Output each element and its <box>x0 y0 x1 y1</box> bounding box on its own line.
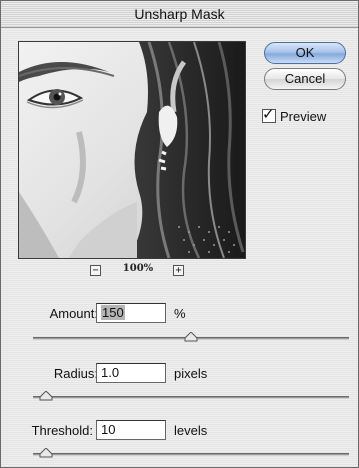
threshold-value: 10 <box>101 422 116 437</box>
title-bar[interactable]: Unsharp Mask <box>1 1 358 28</box>
zoom-out-button[interactable]: − <box>90 265 101 276</box>
dialog-title: Unsharp Mask <box>134 6 225 22</box>
ok-button[interactable]: OK <box>264 42 346 64</box>
threshold-label: Threshold: <box>31 423 93 438</box>
amount-value: 150 <box>101 305 125 320</box>
zoom-level: 100% <box>122 263 154 274</box>
radius-slider[interactable] <box>33 396 349 399</box>
preview-photo <box>19 42 245 258</box>
radius-input[interactable]: 1.0 <box>96 363 166 383</box>
plus-icon: + <box>175 265 182 276</box>
radius-label: Radius: <box>53 366 98 381</box>
slider-thumb-icon <box>39 448 53 458</box>
preview-checkbox[interactable]: ✓ <box>262 105 276 123</box>
preview-checkbox-label: Preview <box>280 108 327 124</box>
radius-value: 1.0 <box>101 365 120 380</box>
amount-input[interactable]: 150 <box>96 303 166 323</box>
threshold-unit: levels <box>174 423 208 438</box>
preview-image[interactable] <box>18 41 246 259</box>
preview-checkbox-row[interactable]: ✓ Preview <box>262 105 327 124</box>
slider-thumb-icon <box>39 391 53 401</box>
minus-icon: − <box>92 265 99 276</box>
slider-thumb-icon <box>184 332 198 342</box>
checkmark-icon: ✓ <box>262 105 275 123</box>
threshold-slider[interactable] <box>33 453 349 456</box>
radius-unit: pixels <box>174 366 208 381</box>
zoom-in-button[interactable]: + <box>173 265 184 276</box>
threshold-input[interactable]: 10 <box>96 420 166 440</box>
amount-label: Amount: <box>49 306 98 321</box>
cancel-button[interactable]: Cancel <box>264 68 346 90</box>
amount-unit: % <box>174 306 186 321</box>
unsharp-mask-dialog: Unsharp Mask − 100% + OK Cancel ✓ Previe… <box>0 0 359 468</box>
